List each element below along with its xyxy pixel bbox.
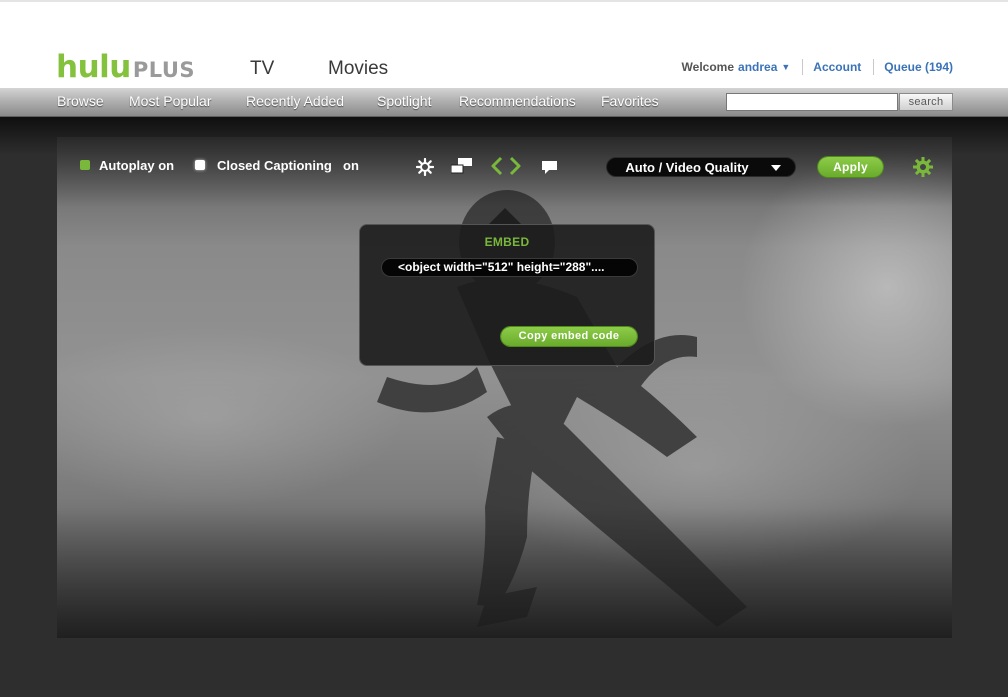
nav-favorites[interactable]: Favorites	[601, 93, 659, 109]
nav-recently-added[interactable]: Recently Added	[246, 93, 344, 109]
gear-icon[interactable]	[912, 156, 934, 178]
dropdown-caret-icon[interactable]: ▼	[781, 62, 790, 72]
top-border	[0, 0, 1008, 2]
nav-most-popular[interactable]: Most Popular	[129, 93, 211, 109]
embed-title: EMBED	[484, 235, 530, 249]
closed-captioning-state[interactable]: on	[343, 158, 359, 173]
nav-spotlight[interactable]: Spotlight	[377, 93, 431, 109]
user-bar: Welcome andrea ▼ Account Queue (194)	[682, 59, 953, 75]
divider	[873, 59, 875, 75]
settings-small-icon[interactable]	[416, 158, 434, 176]
copy-embed-code-button[interactable]: Copy embed code	[501, 327, 637, 346]
closed-captioning-checkbox[interactable]	[195, 160, 205, 170]
closed-captioning-label: Closed Captioning	[217, 158, 332, 173]
popover-pointer	[489, 208, 521, 224]
hulu-plus-logo[interactable]: hulu PLUS	[56, 49, 196, 85]
tab-tv[interactable]: TV	[250, 58, 274, 80]
resize-icon[interactable]	[451, 158, 473, 174]
logo-plus-text: PLUS	[132, 58, 196, 82]
apply-button[interactable]: Apply	[818, 157, 883, 177]
chevron-down-icon	[771, 165, 781, 171]
comment-icon[interactable]	[541, 160, 559, 176]
video-quality-value: Auto / Video Quality	[625, 160, 749, 175]
autoplay-label: Autoplay on	[99, 158, 175, 173]
bottom-shade	[57, 508, 952, 638]
welcome-text: Welcome	[681, 60, 735, 74]
logo-hulu-text: hulu	[56, 49, 131, 85]
search-input[interactable]	[726, 93, 898, 111]
embed-popover: EMBED <object width="512" height="288"..…	[359, 224, 655, 366]
video-player[interactable]: Autoplay on Closed Captioning on Auto / …	[57, 137, 952, 638]
video-quality-select[interactable]: Auto / Video Quality	[606, 157, 796, 177]
username-menu[interactable]: andrea	[738, 60, 777, 74]
tab-movies[interactable]: Movies	[328, 58, 388, 80]
account-link[interactable]: Account	[813, 60, 861, 74]
nav-browse[interactable]: Browse	[57, 93, 104, 109]
embed-code-icon[interactable]	[491, 156, 521, 176]
divider	[802, 59, 804, 75]
autoplay-checkbox[interactable]	[80, 160, 90, 170]
nav-recommendations[interactable]: Recommendations	[459, 93, 576, 109]
search-button[interactable]: search	[899, 93, 953, 111]
embed-code-field[interactable]: <object width="512" height="288"....	[381, 258, 638, 277]
queue-link[interactable]: Queue (194)	[884, 60, 953, 74]
nav-bar: Browse Most Popular Recently Added Spotl…	[0, 88, 1008, 117]
